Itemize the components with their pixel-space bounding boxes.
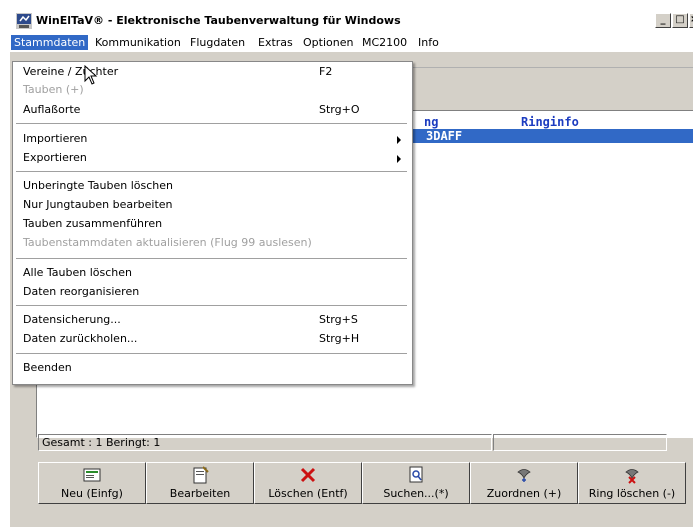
menu-item-stammdaten-aktualisieren: Taubenstammdaten aktualisieren (Flug 99 … — [23, 236, 312, 249]
minimize-button[interactable]: _ — [655, 13, 671, 28]
menu-optionen[interactable]: Optionen — [300, 35, 356, 50]
delete-button[interactable]: Löschen (Entf) — [254, 462, 362, 504]
new-button[interactable]: Neu (Einfg) — [38, 462, 146, 504]
menu-separator — [16, 353, 407, 354]
new-record-icon — [83, 468, 101, 482]
menu-flugdaten[interactable]: Flugdaten — [187, 35, 248, 50]
search-button[interactable]: Suchen...(*) — [362, 462, 470, 504]
assign-button[interactable]: Zuordnen (+) — [470, 462, 578, 504]
menu-item-daten-reorganisieren[interactable]: Daten reorganisieren — [23, 283, 139, 301]
edit-icon — [193, 466, 209, 484]
menu-item-daten-zurueckholen[interactable]: Daten zurückholen... — [23, 330, 137, 348]
menu-bar: Stammdaten Kommunikation Flugdaten Extra… — [10, 32, 693, 52]
menu-item-tauben: Tauben (+) — [23, 83, 84, 96]
status-empty — [493, 434, 667, 451]
window-title: WinElTaV® - Elektronische Taubenverwaltu… — [36, 14, 401, 27]
column-header-ringinfo[interactable]: Ringinfo — [521, 115, 579, 129]
menu-item-auflassorte[interactable]: Auflaßorte — [23, 101, 80, 119]
menu-extras[interactable]: Extras — [255, 35, 296, 50]
menu-separator — [16, 123, 407, 124]
menu-separator — [16, 258, 407, 259]
menu-stammdaten[interactable]: Stammdaten — [11, 35, 89, 50]
tab-strip-divider — [410, 67, 693, 68]
delete-x-icon — [300, 467, 316, 483]
ring-delete-button-label: Ring löschen (-) — [588, 487, 676, 500]
menu-info[interactable]: Info — [415, 35, 442, 50]
shortcut-f2: F2 — [319, 65, 333, 78]
menu-item-beenden[interactable]: Beenden — [23, 359, 72, 377]
menu-separator — [16, 305, 407, 306]
mouse-cursor-icon — [84, 65, 98, 85]
search-button-label: Suchen...(*) — [383, 487, 449, 500]
edit-button[interactable]: Bearbeiten — [146, 462, 254, 504]
menu-item-importieren[interactable]: Importieren — [23, 130, 87, 148]
menu-item-vereine-zuechter[interactable]: Vereine / Züchter — [23, 63, 118, 81]
status-summary: Gesamt : 1 Beringt: 1 — [38, 434, 492, 451]
action-toolbar: Neu (Einfg) Bearbeiten Löschen (Entf) Su… — [38, 462, 688, 505]
menu-item-alle-tauben-loeschen[interactable]: Alle Tauben löschen — [23, 264, 132, 282]
menu-item-unberingte-loeschen[interactable]: Unberingte Tauben löschen — [23, 177, 173, 195]
shortcut-strg-s: Strg+S — [319, 313, 358, 326]
ring-delete-icon — [625, 469, 639, 484]
shortcut-strg-h: Strg+H — [319, 332, 360, 345]
new-button-label: Neu (Einfg) — [61, 487, 123, 500]
edit-button-label: Bearbeiten — [169, 487, 231, 500]
maximize-button[interactable]: □ — [672, 13, 688, 28]
title-bar: WinElTaV® - Elektronische Taubenverwaltu… — [10, 10, 693, 33]
menu-item-datensicherung[interactable]: Datensicherung... — [23, 311, 121, 329]
menu-mc2100[interactable]: MC2100 — [359, 35, 410, 50]
delete-button-label: Löschen (Entf) — [268, 487, 348, 500]
app-icon — [16, 13, 32, 29]
menu-item-tauben-zusammenfuehren[interactable]: Tauben zusammenführen — [23, 215, 162, 233]
submenu-arrow-icon — [397, 155, 401, 163]
list-row-ring: 3DAFF — [426, 129, 463, 143]
assign-pigeon-icon — [517, 469, 531, 482]
search-document-icon — [409, 466, 423, 483]
assign-button-label: Zuordnen (+) — [486, 487, 562, 500]
menu-item-exportieren[interactable]: Exportieren — [23, 149, 87, 167]
submenu-arrow-icon — [397, 136, 401, 144]
stammdaten-dropdown: Vereine / Züchter F2 Tauben (+) Auflaßor… — [12, 61, 413, 385]
shortcut-strg-o: Strg+O — [319, 103, 360, 116]
menu-item-nur-jungtauben[interactable]: Nur Jungtauben bearbeiten — [23, 196, 173, 214]
menu-separator — [16, 171, 407, 172]
menu-kommunikation[interactable]: Kommunikation — [92, 35, 184, 50]
ring-delete-button[interactable]: Ring löschen (-) — [578, 462, 686, 504]
close-button[interactable]: × — [689, 13, 693, 28]
column-header-ring[interactable]: ng — [424, 115, 438, 129]
